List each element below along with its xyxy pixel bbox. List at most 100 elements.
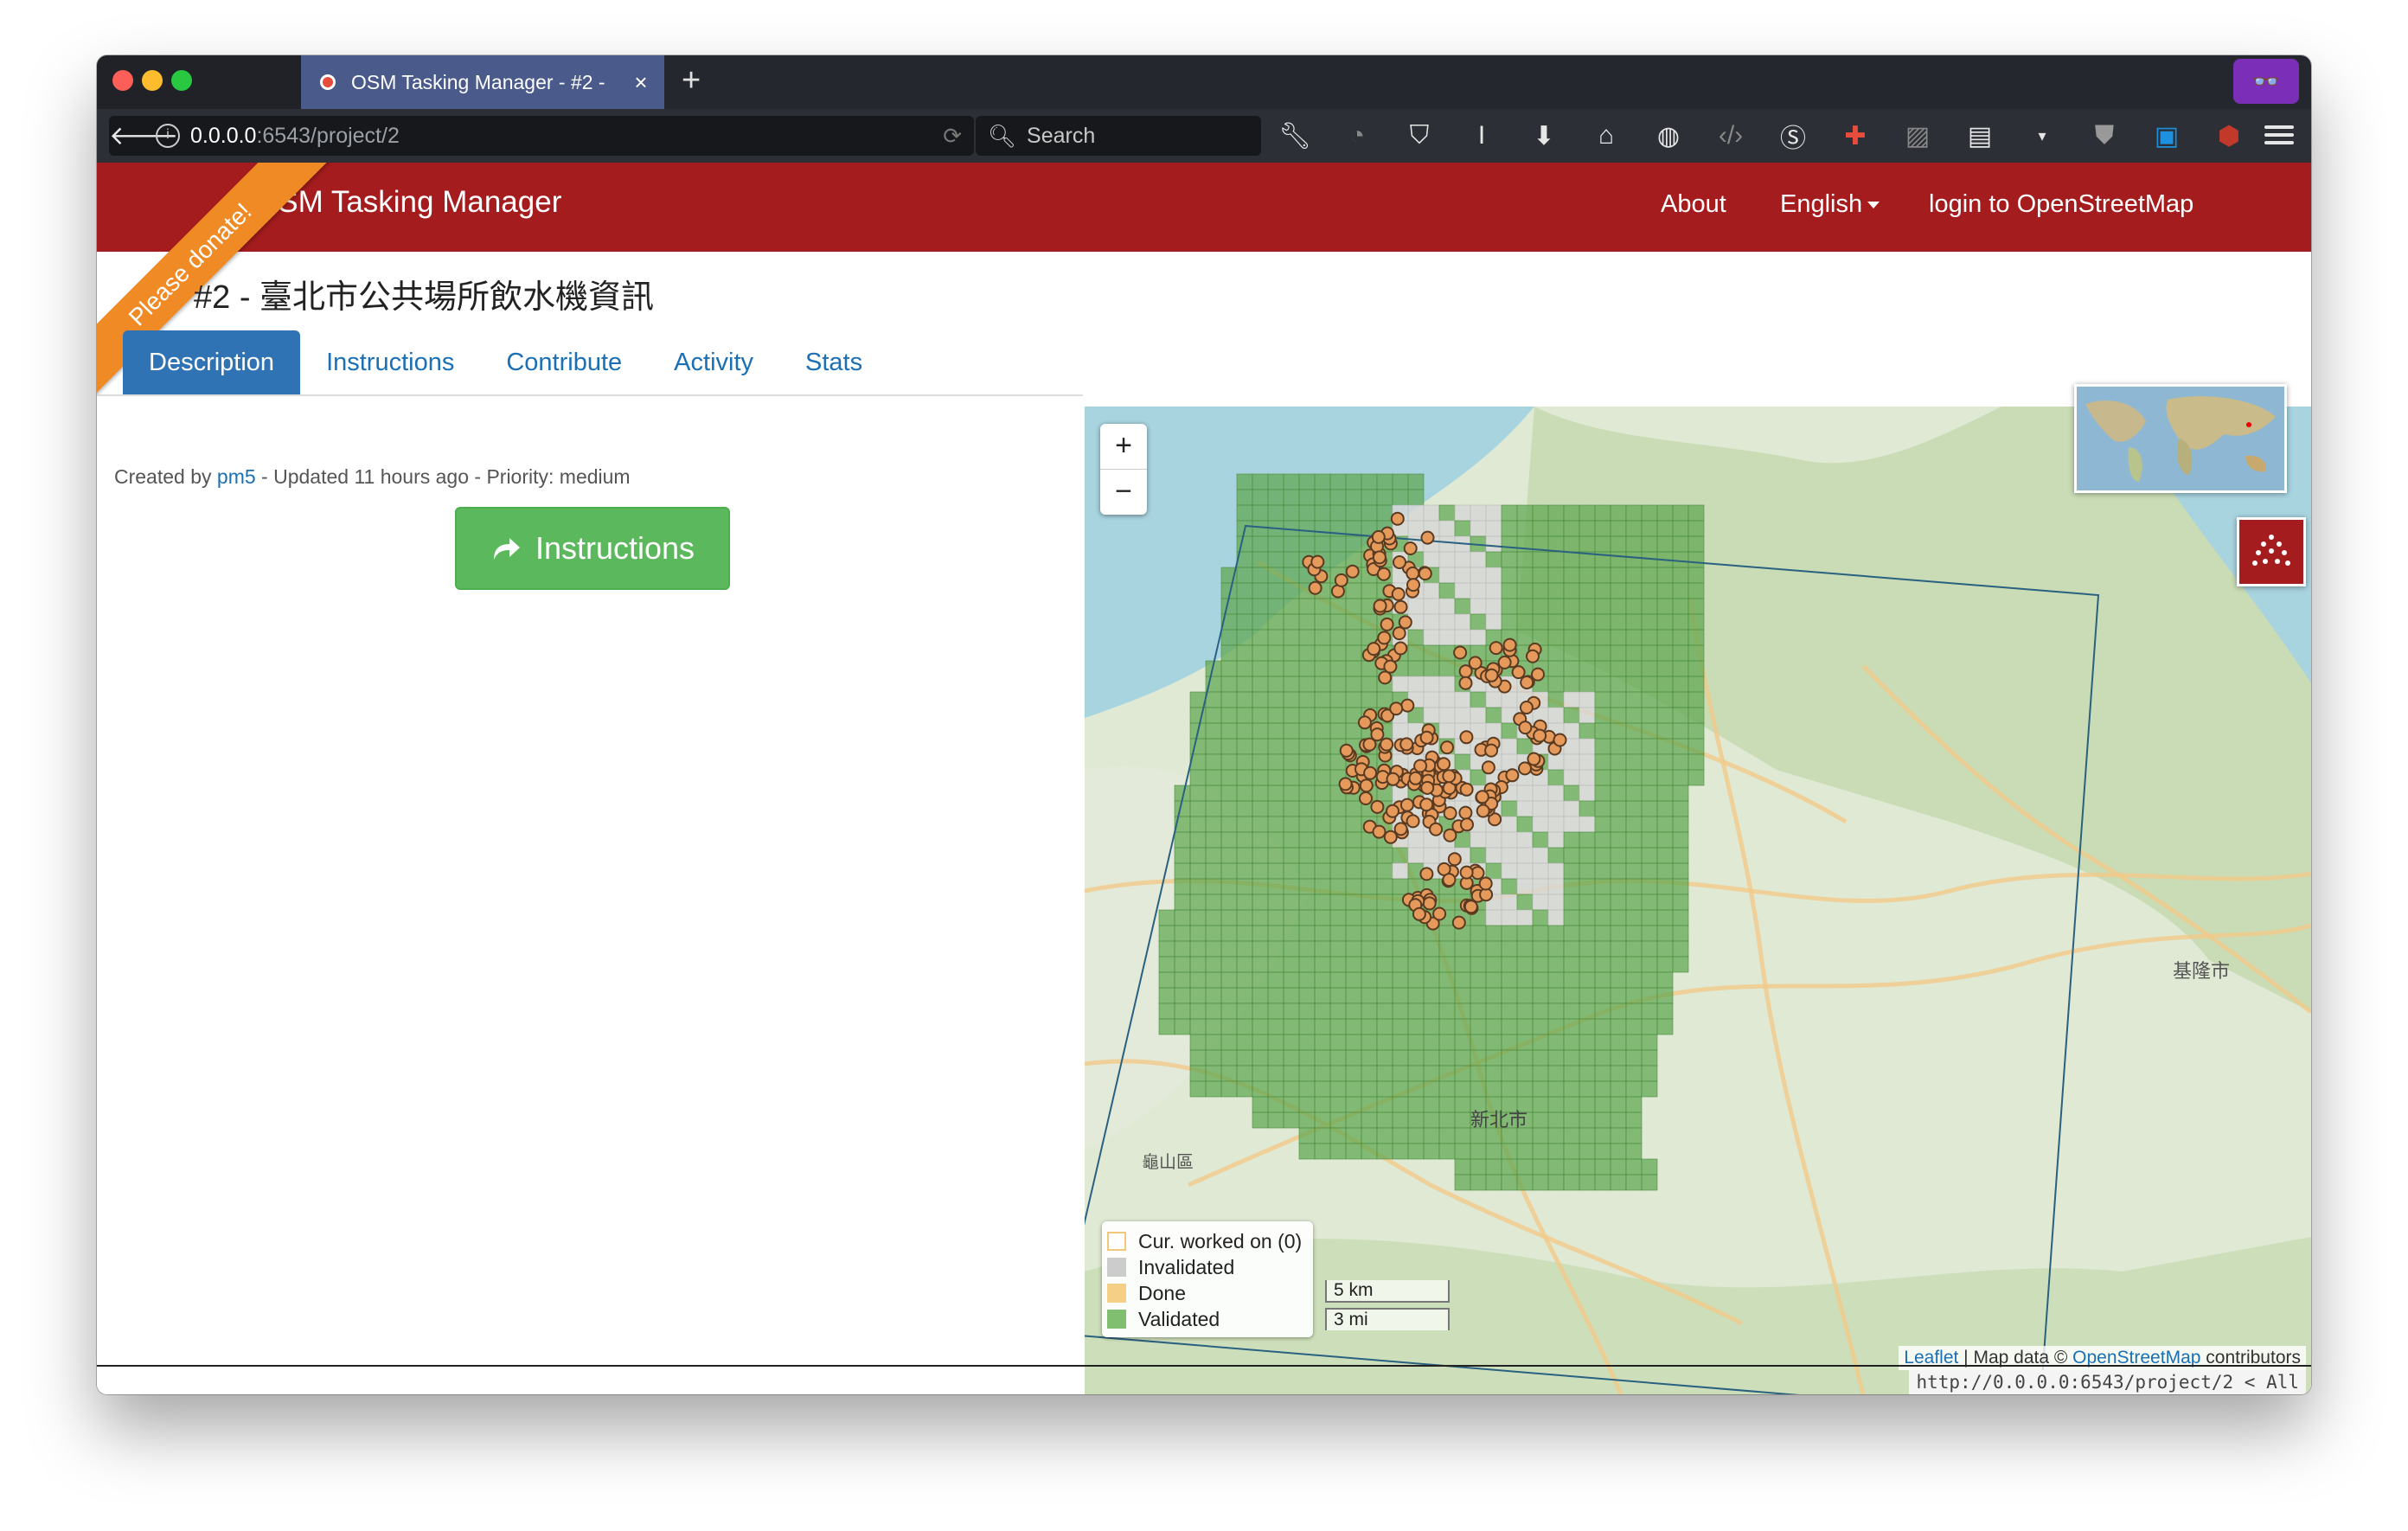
task-cell[interactable] xyxy=(1470,971,1487,989)
brand-title[interactable]: OSM Tasking Manager xyxy=(254,185,561,220)
task-cell[interactable] xyxy=(1485,613,1502,631)
task-cell[interactable] xyxy=(1672,753,1689,771)
task-cell[interactable] xyxy=(1485,862,1502,880)
task-cell[interactable] xyxy=(1345,1111,1362,1129)
task-cell[interactable] xyxy=(1470,1034,1487,1051)
task-cell[interactable] xyxy=(1267,551,1284,568)
task-cell[interactable] xyxy=(1314,489,1331,506)
task-cell[interactable] xyxy=(1438,940,1456,958)
task-cell[interactable] xyxy=(1625,1034,1643,1051)
task-cell[interactable] xyxy=(1641,1174,1658,1191)
task-cell[interactable] xyxy=(1345,489,1362,506)
task-cell[interactable] xyxy=(1485,1174,1502,1191)
task-cell[interactable] xyxy=(1547,613,1565,631)
task-cell[interactable] xyxy=(1501,1034,1518,1051)
task-cell[interactable] xyxy=(1283,1065,1300,1082)
task-cell[interactable] xyxy=(1158,1018,1175,1035)
task-cell[interactable] xyxy=(1236,753,1253,771)
task-cell[interactable] xyxy=(1345,613,1362,631)
task-cell[interactable] xyxy=(1438,1065,1456,1082)
task-cell[interactable] xyxy=(1501,971,1518,989)
task-cell[interactable] xyxy=(1345,862,1362,880)
task-cell[interactable] xyxy=(1532,800,1549,817)
language-dropdown[interactable]: English xyxy=(1780,190,1880,219)
task-cell[interactable] xyxy=(1236,925,1253,942)
task-cell[interactable] xyxy=(1329,644,1347,662)
task-cell[interactable] xyxy=(1516,862,1534,880)
dispenser-marker[interactable] xyxy=(1363,766,1378,780)
task-cell[interactable] xyxy=(1220,785,1238,802)
task-cell[interactable] xyxy=(1267,1080,1284,1098)
task-cell[interactable] xyxy=(1236,987,1253,1004)
task-cell[interactable] xyxy=(1438,582,1456,599)
dispenser-marker[interactable] xyxy=(1520,676,1534,689)
dispenser-marker[interactable] xyxy=(1390,511,1405,526)
task-cell[interactable] xyxy=(1547,660,1565,677)
task-cell[interactable] xyxy=(1361,489,1378,506)
task-cell[interactable] xyxy=(1407,598,1425,615)
task-cell[interactable] xyxy=(1345,894,1362,911)
task-cell[interactable] xyxy=(1329,1003,1347,1020)
task-cell[interactable] xyxy=(1220,862,1238,880)
task-cell[interactable] xyxy=(1392,1065,1409,1082)
task-cell[interactable] xyxy=(1501,1049,1518,1067)
task-cell[interactable] xyxy=(1470,691,1487,708)
task-cell[interactable] xyxy=(1220,909,1238,926)
task-cell[interactable] xyxy=(1641,894,1658,911)
dispenser-marker[interactable] xyxy=(1447,852,1462,867)
task-cell[interactable] xyxy=(1594,1049,1611,1067)
task-cell[interactable] xyxy=(1205,909,1222,926)
dispenser-marker[interactable] xyxy=(1370,799,1385,814)
task-cell[interactable] xyxy=(1579,567,1596,584)
task-cell[interactable] xyxy=(1345,1003,1362,1020)
task-cell[interactable] xyxy=(1252,1049,1269,1067)
task-cell[interactable] xyxy=(1252,691,1269,708)
task-cell[interactable] xyxy=(1423,660,1440,677)
task-cell[interactable] xyxy=(1656,785,1674,802)
task-cell[interactable] xyxy=(1594,676,1611,693)
task-cell[interactable] xyxy=(1563,1174,1580,1191)
page-icon[interactable]: ▤ xyxy=(1958,121,2001,151)
task-cell[interactable] xyxy=(1205,1018,1222,1035)
globe-icon[interactable]: ◍ xyxy=(1647,121,1690,151)
task-cell[interactable] xyxy=(1267,582,1284,599)
task-cell[interactable] xyxy=(1656,567,1674,584)
task-cell[interactable] xyxy=(1205,1065,1222,1082)
task-cell[interactable] xyxy=(1283,925,1300,942)
task-cell[interactable] xyxy=(1563,862,1580,880)
task-cell[interactable] xyxy=(1672,551,1689,568)
task-cell[interactable] xyxy=(1579,1049,1596,1067)
task-cell[interactable] xyxy=(1516,1143,1534,1160)
task-cell[interactable] xyxy=(1594,598,1611,615)
task-cell[interactable] xyxy=(1361,1065,1378,1082)
dispenser-marker[interactable] xyxy=(1420,780,1435,795)
task-cell[interactable] xyxy=(1594,956,1611,973)
task-cell[interactable] xyxy=(1594,940,1611,958)
task-cell[interactable] xyxy=(1532,971,1549,989)
task-cell[interactable] xyxy=(1236,722,1253,740)
task-cell[interactable] xyxy=(1361,1034,1378,1051)
task-cell[interactable] xyxy=(1329,956,1347,973)
task-cell[interactable] xyxy=(1672,644,1689,662)
task-cell[interactable] xyxy=(1314,613,1331,631)
task-cell[interactable] xyxy=(1547,598,1565,615)
task-cell[interactable] xyxy=(1392,1080,1409,1098)
task-cell[interactable] xyxy=(1407,1080,1425,1098)
task-cell[interactable] xyxy=(1454,598,1471,615)
task-cell[interactable] xyxy=(1656,613,1674,631)
task-cell[interactable] xyxy=(1205,956,1222,973)
task-cell[interactable] xyxy=(1252,489,1269,506)
task-cell[interactable] xyxy=(1174,800,1191,817)
task-cell[interactable] xyxy=(1594,1018,1611,1035)
task-cell[interactable] xyxy=(1641,1049,1658,1067)
task-cell[interactable] xyxy=(1236,1049,1253,1067)
task-cell[interactable] xyxy=(1454,551,1471,568)
task-cell[interactable] xyxy=(1205,800,1222,817)
task-cell[interactable] xyxy=(1236,582,1253,599)
task-cell[interactable] xyxy=(1501,1158,1518,1175)
task-cell[interactable] xyxy=(1454,1003,1471,1020)
task-cell[interactable] xyxy=(1236,816,1253,833)
task-cell[interactable] xyxy=(1361,660,1378,677)
task-cell[interactable] xyxy=(1454,831,1471,849)
task-cell[interactable] xyxy=(1656,676,1674,693)
